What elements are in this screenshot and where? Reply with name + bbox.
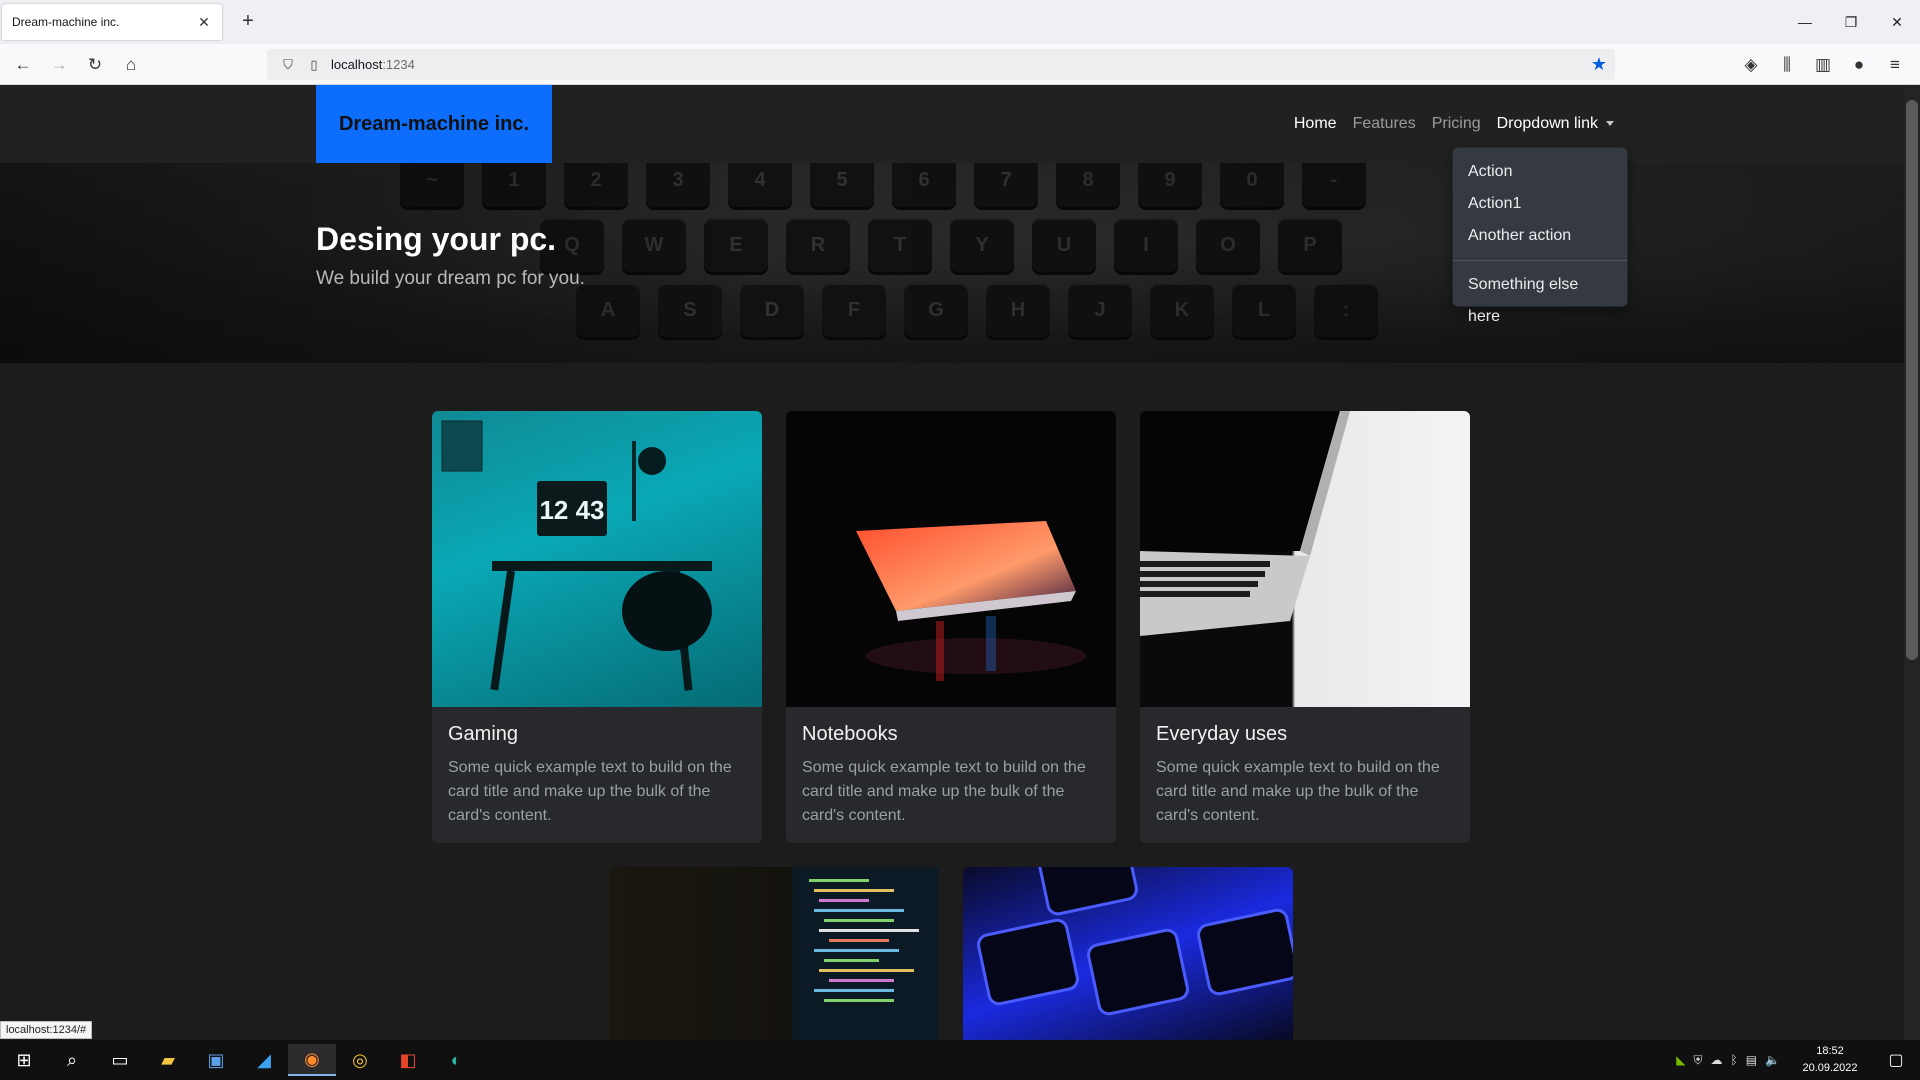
caret-down-icon bbox=[1606, 121, 1614, 127]
card-notebooks[interactable]: Notebooks Some quick example text to bui… bbox=[786, 411, 1116, 843]
gaming-illustration: 12 43 bbox=[441, 420, 712, 691]
card-title: Notebooks bbox=[802, 723, 898, 745]
url-bar[interactable]: ⛉ ▯ localhost:1234 ★ bbox=[267, 49, 1615, 80]
nav-home[interactable]: Home bbox=[1294, 115, 1337, 133]
code-illustration bbox=[799, 867, 939, 1040]
tab-title: Dream-machine inc. bbox=[12, 15, 120, 29]
url-host: localhost bbox=[331, 57, 383, 72]
onedrive-icon[interactable]: ☁ bbox=[1711, 1053, 1723, 1067]
hero-title: Desing your pc. bbox=[316, 221, 557, 257]
browser-tab[interactable]: Dream-machine inc. ✕ bbox=[2, 4, 222, 40]
card-text: Some quick example text to build on the … bbox=[802, 759, 1086, 824]
browser-tab-bar: Dream-machine inc. ✕ + — ❐ ✕ bbox=[0, 0, 1920, 44]
brand-logo[interactable]: Dream-machine inc. bbox=[316, 85, 552, 163]
store-icon[interactable]: ▣ bbox=[192, 1044, 240, 1076]
nvidia-icon[interactable]: ◣ bbox=[1676, 1053, 1685, 1067]
office-icon[interactable]: ◧ bbox=[384, 1044, 432, 1076]
status-url-tooltip: localhost:1234/# bbox=[0, 1021, 93, 1039]
gaming-image: 12 43 bbox=[432, 411, 762, 707]
new-tab-button[interactable]: + bbox=[236, 10, 260, 34]
url-port: :1234 bbox=[382, 57, 415, 72]
menu-icon[interactable]: ≡ bbox=[1882, 52, 1908, 78]
nav-dropdown[interactable]: Dropdown link bbox=[1497, 115, 1614, 133]
nav-features[interactable]: Features bbox=[1353, 115, 1416, 133]
forward-icon[interactable]: → bbox=[46, 52, 72, 78]
clock-time: 18:52 bbox=[1816, 1045, 1844, 1057]
restore-button[interactable]: ❐ bbox=[1828, 0, 1874, 44]
browser-toolbar: ← → ↻ ⌂ ⛉ ▯ localhost:1234 ★ ◈ ⫼ ▥ ● ≡ bbox=[0, 44, 1920, 85]
search-icon[interactable]: ⌕ bbox=[48, 1044, 96, 1076]
network-icon[interactable]: ▤ bbox=[1746, 1053, 1757, 1067]
shield-icon[interactable]: ⛉ bbox=[279, 57, 297, 73]
nav-dropdown-label: Dropdown link bbox=[1496, 115, 1598, 132]
card-title: Gaming bbox=[448, 723, 519, 745]
dropdown-item-action1[interactable]: Action1 bbox=[1453, 188, 1627, 220]
cards-row-2 bbox=[609, 867, 1293, 1040]
clock-date: 20.09.2022 bbox=[1802, 1062, 1858, 1074]
card-body: Gaming Some quick example text to build … bbox=[432, 707, 762, 843]
reload-icon[interactable]: ↻ bbox=[82, 52, 108, 78]
dropdown-divider bbox=[1453, 260, 1627, 261]
dropdown-menu: Action Action1 Another action Something … bbox=[1452, 147, 1628, 325]
sidebar-icon[interactable]: ▥ bbox=[1810, 52, 1836, 78]
pocket-icon[interactable]: ◈ bbox=[1738, 52, 1764, 78]
keyboard-illustration bbox=[977, 867, 1293, 1016]
minimize-button[interactable]: — bbox=[1782, 0, 1828, 44]
windows-start-icon[interactable]: ⊞ bbox=[0, 1044, 48, 1076]
back-icon[interactable]: ← bbox=[10, 52, 36, 78]
card-everyday[interactable]: Everyday uses Some quick example text to… bbox=[1140, 411, 1470, 843]
edge-icon[interactable]: ◐ bbox=[432, 1044, 480, 1076]
card-body: Notebooks Some quick example text to bui… bbox=[786, 707, 1116, 843]
dropdown-item-another-action[interactable]: Another action bbox=[1453, 220, 1627, 252]
chrome-icon[interactable]: ◎ bbox=[336, 1044, 384, 1076]
bluetooth-icon[interactable]: ᛒ bbox=[1731, 1053, 1738, 1067]
volume-icon[interactable]: 🔈 bbox=[1765, 1053, 1780, 1067]
dropdown-item-something-else[interactable]: Something else here bbox=[1453, 269, 1627, 325]
page-viewport: Dream-machine inc. Home Features Pricing… bbox=[0, 85, 1904, 1040]
notebook-illustration bbox=[856, 521, 1086, 681]
card-gaming[interactable]: 12 43 Gaming Some quick example text to … bbox=[432, 411, 762, 843]
everyday-image bbox=[1140, 411, 1470, 707]
card-body: Everyday uses Some quick example text to… bbox=[1140, 707, 1470, 843]
home-icon[interactable]: ⌂ bbox=[118, 52, 144, 78]
task-view-icon[interactable]: ▭ bbox=[96, 1044, 144, 1076]
tab-close-icon[interactable]: ✕ bbox=[196, 14, 212, 31]
close-window-button[interactable]: ✕ bbox=[1874, 0, 1920, 44]
account-icon[interactable]: ● bbox=[1846, 52, 1872, 78]
card-code-image[interactable] bbox=[609, 867, 939, 1040]
system-tray: ◣ ⛨ ☁ ᛒ ▤ 🔈 bbox=[1676, 1040, 1780, 1080]
file-explorer-icon[interactable]: ▰ bbox=[144, 1044, 192, 1076]
cards-row: 12 43 Gaming Some quick example text to … bbox=[432, 411, 1470, 843]
vscode-icon[interactable]: ◢ bbox=[240, 1044, 288, 1076]
nav-pricing[interactable]: Pricing bbox=[1432, 115, 1481, 133]
taskbar: ⊞ ⌕ ▭ ▰ ▣ ◢ ◉ ◎ ◧ ◐ ◣ ⛨ ☁ ᛒ ▤ 🔈 18:52 20… bbox=[0, 1040, 1920, 1080]
page-scrollbar-thumb[interactable] bbox=[1906, 100, 1918, 660]
library-icon[interactable]: ⫼ bbox=[1774, 52, 1800, 78]
card-text: Some quick example text to build on the … bbox=[448, 759, 732, 824]
firefox-icon[interactable]: ◉ bbox=[288, 1044, 336, 1076]
taskbar-clock[interactable]: 18:52 20.09.2022 bbox=[1794, 1043, 1866, 1077]
desk-clock-label: 12 43 bbox=[539, 495, 604, 525]
card-keyboard-image[interactable] bbox=[963, 867, 1293, 1040]
card-title: Everyday uses bbox=[1156, 723, 1288, 745]
page-icon[interactable]: ▯ bbox=[305, 57, 323, 73]
dropdown-item-action[interactable]: Action bbox=[1453, 156, 1627, 188]
bookmark-star-icon[interactable]: ★ bbox=[1591, 54, 1607, 75]
everyday-illustration bbox=[1140, 411, 1350, 636]
card-text: Some quick example text to build on the … bbox=[1156, 759, 1440, 824]
shield-tray-icon[interactable]: ⛨ bbox=[1693, 1053, 1702, 1068]
notebook-image bbox=[786, 411, 1116, 707]
notification-icon[interactable]: ▢ bbox=[1878, 1044, 1914, 1076]
hero-subtitle: We build your dream pc for you. bbox=[316, 268, 585, 289]
